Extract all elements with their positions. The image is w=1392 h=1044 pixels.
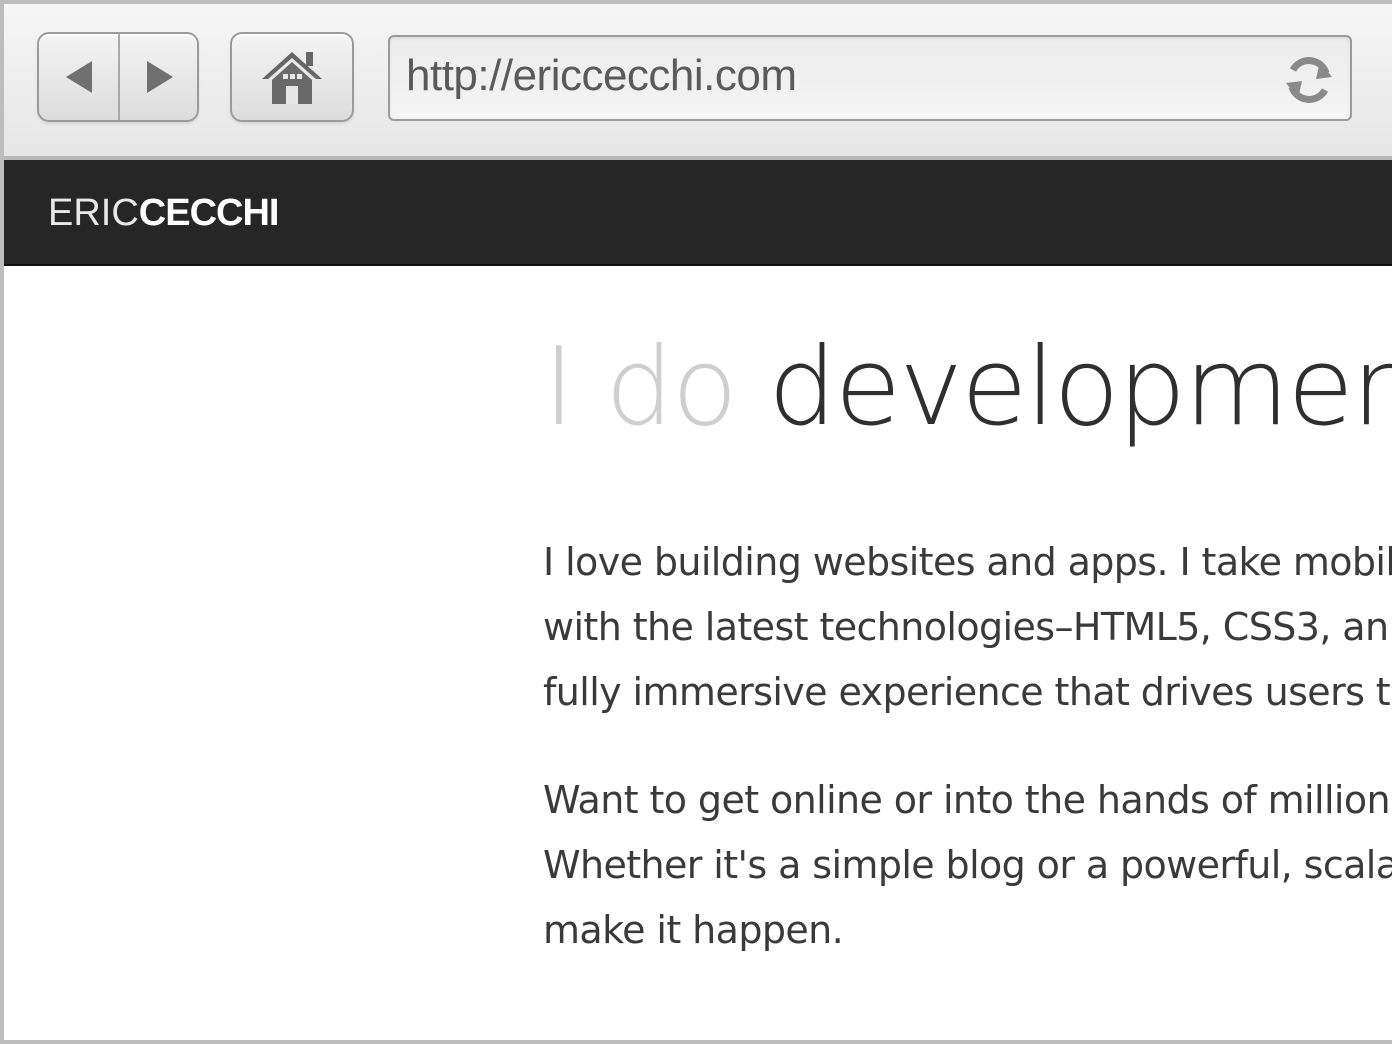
- pitch-paragraph: Want to get online or into the hands of …: [543, 768, 1392, 963]
- paragraph-line: Whether it's a simple blog or a powerful…: [543, 843, 1392, 887]
- paragraph-line: make it happen.: [543, 908, 844, 952]
- home-button[interactable]: [230, 32, 354, 122]
- paragraph-line: I love building websites and apps. I tak…: [543, 540, 1392, 584]
- headline-word: development: [768, 325, 1392, 450]
- paragraph-line: with the latest technologies–HTML5, CSS3…: [543, 605, 1389, 649]
- nav-button-group: [37, 32, 199, 122]
- headline-prefix: I do: [543, 325, 738, 450]
- back-button[interactable]: [39, 34, 120, 120]
- page-headline: I do development: [543, 334, 1392, 442]
- reload-icon[interactable]: [1282, 53, 1336, 107]
- address-bar[interactable]: http://ericcecchi.com: [388, 35, 1352, 121]
- forward-arrow-icon: [146, 61, 173, 93]
- browser-toolbar: http://ericcecchi.com: [4, 4, 1392, 160]
- forward-button[interactable]: [120, 34, 199, 120]
- site-header: ERICCECCHI: [4, 160, 1392, 266]
- back-arrow-icon: [65, 61, 92, 93]
- url-text[interactable]: http://ericcecchi.com: [406, 51, 797, 101]
- browser-window: http://ericcecchi.com ERICCECCHI I do de…: [0, 0, 1392, 1044]
- home-icon: [262, 52, 322, 104]
- paragraph-line: Want to get online or into the hands of …: [543, 778, 1391, 822]
- paragraph-line: fully immersive experience that drives u…: [543, 670, 1392, 714]
- logo-first-name: ERIC: [48, 192, 139, 234]
- intro-paragraph: I love building websites and apps. I tak…: [543, 530, 1392, 725]
- site-logo[interactable]: ERICCECCHI: [48, 192, 280, 235]
- logo-last-name: CECCHI: [138, 192, 280, 234]
